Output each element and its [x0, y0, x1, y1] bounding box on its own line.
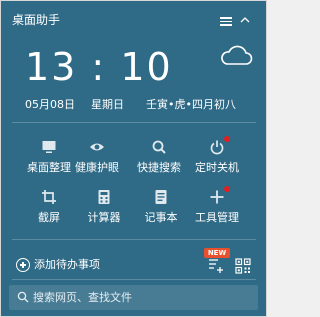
notification-dot — [224, 136, 230, 142]
search-icon — [17, 291, 29, 303]
widget-header: 桌面助手 — [1, 1, 266, 36]
tool-label: 定时关机 — [195, 161, 239, 174]
tool-timed-shutdown[interactable]: 定时关机 — [184, 136, 250, 183]
power-icon — [210, 140, 224, 155]
tool-eye-care[interactable]: 健康护眼 — [64, 139, 130, 183]
divider — [12, 279, 256, 280]
lunar-date-text: 壬寅•虎•四月初八 — [146, 98, 236, 111]
qr-code-icon[interactable] — [235, 258, 251, 274]
search-box[interactable]: 搜索网页、查找文件 — [9, 285, 258, 310]
weekday-text: 星期日 — [91, 98, 124, 111]
app-title: 桌面助手 — [12, 13, 61, 27]
tool-quick-search[interactable]: 快捷搜索 — [126, 139, 192, 183]
tool-label: 快捷搜索 — [137, 161, 181, 174]
tool-label: 工具管理 — [195, 211, 239, 224]
tool-label: 健康护眼 — [75, 161, 119, 174]
date-text: 05月08日 — [25, 98, 75, 111]
clock-time: 13 : 10 — [25, 45, 173, 89]
cloud-icon[interactable] — [219, 43, 253, 67]
menu-icon[interactable] — [220, 17, 232, 26]
chevron-up-icon[interactable] — [239, 15, 251, 25]
calculator-icon — [98, 190, 110, 204]
monitor-icon — [42, 141, 56, 153]
search-input[interactable]: 搜索网页、查找文件 — [33, 285, 132, 310]
eye-icon — [90, 143, 104, 151]
add-list-icon[interactable] — [208, 258, 226, 274]
search-icon — [152, 140, 166, 154]
divider — [12, 122, 256, 123]
tool-manage-tools[interactable]: 工具管理 — [184, 186, 250, 233]
crop-icon — [42, 190, 56, 204]
add-circle-icon — [16, 258, 30, 272]
divider — [12, 239, 256, 240]
add-todo-label: 添加待办事项 — [34, 258, 100, 271]
notepad-icon — [155, 190, 167, 204]
desktop-assistant-widget: 桌面助手 13 : 10 05月08日 星期日 壬寅•虎•四月初八 桌面整理 健… — [0, 0, 267, 317]
notification-dot — [224, 186, 230, 192]
date-row: 05月08日 星期日 壬寅•虎•四月初八 — [1, 97, 266, 113]
new-badge: NEW — [204, 248, 230, 258]
plus-icon — [210, 190, 224, 204]
